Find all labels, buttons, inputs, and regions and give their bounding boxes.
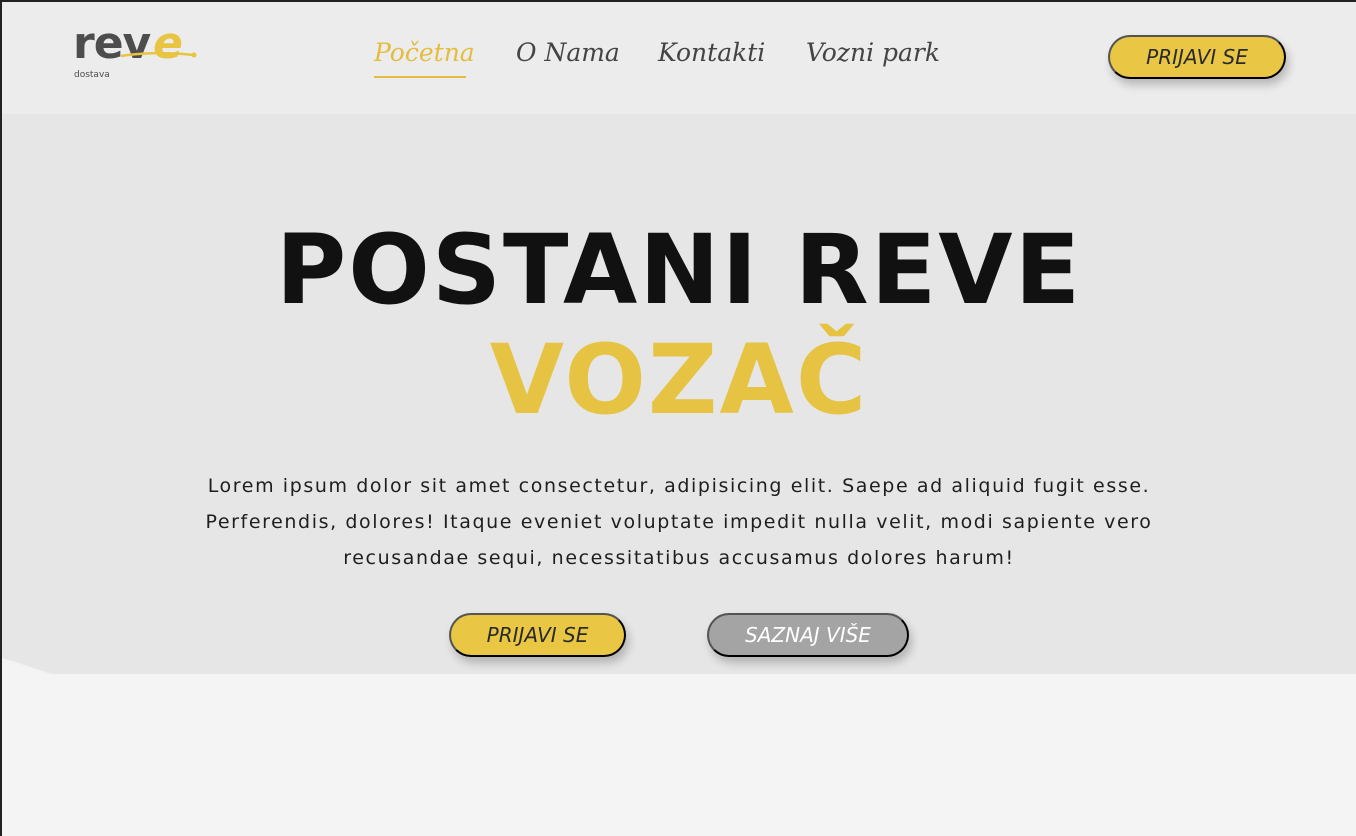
learn-more-button[interactable]: SAZNAJ VIŠE <box>707 613 909 657</box>
nav-link-kontakti[interactable]: Kontakti <box>658 38 765 67</box>
hero-title-line2: VOZAČ <box>489 324 869 436</box>
nav-link-o-nama[interactable]: O Nama <box>516 38 620 67</box>
hero-description: Lorem ipsum dolor sit amet consectetur, … <box>205 475 1153 569</box>
brand-logo[interactable]: rev e dostava <box>73 18 197 84</box>
nav-link-pocetna[interactable]: Početna <box>374 38 475 67</box>
navbar: rev e dostava Početna O Nama Kontakti Vo… <box>2 2 1356 114</box>
active-nav-underline <box>374 76 466 78</box>
hero-signup-button[interactable]: PRIJAVI SE <box>449 613 626 657</box>
logo-swoosh-icon <box>121 51 197 58</box>
nav-link-vozni-park[interactable]: Vozni park <box>806 38 940 67</box>
hero-title-line1: POSTANI REVE <box>275 214 1083 326</box>
wave-divider <box>2 658 1356 836</box>
logo-subtitle: dostava <box>74 70 110 80</box>
header-signup-button[interactable]: PRIJAVI SE <box>1108 35 1286 79</box>
